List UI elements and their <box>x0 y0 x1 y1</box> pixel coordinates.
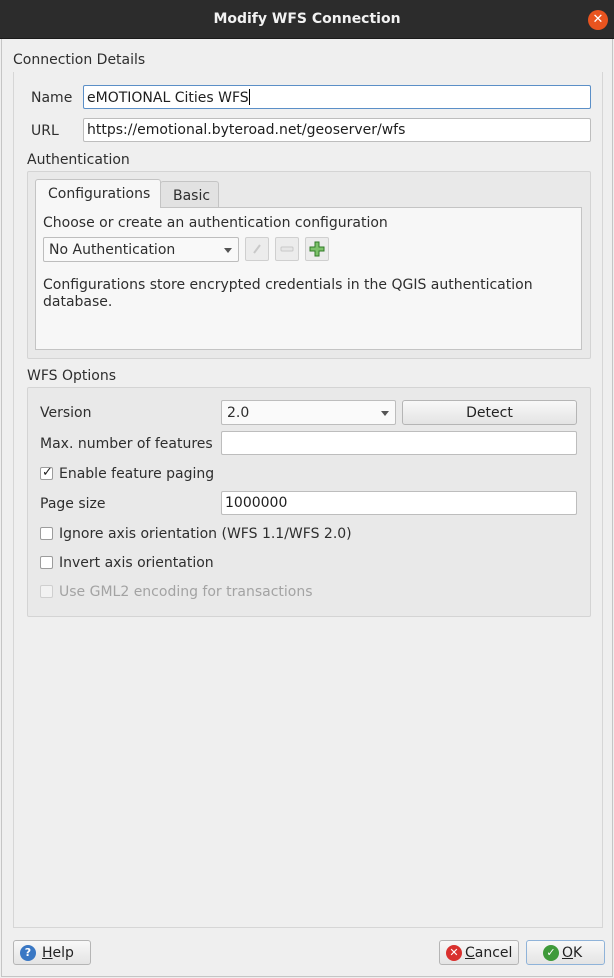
version-selected: 2.0 <box>227 405 250 421</box>
page-size-label: Page size <box>40 496 106 512</box>
cancel-icon: ✕ <box>446 945 462 961</box>
ok-button-label: OK <box>562 945 583 961</box>
pencil-icon <box>253 244 261 254</box>
gml2-checkbox <box>40 585 53 598</box>
plus-icon <box>309 241 325 257</box>
choose-config-label: Choose or create an authentication confi… <box>43 215 388 231</box>
url-input-value: https://emotional.byteroad.net/geoserver… <box>87 122 406 138</box>
add-config-button[interactable] <box>305 237 329 261</box>
chevron-down-icon <box>381 411 389 416</box>
cancel-button[interactable]: ✕ Cancel <box>439 940 519 965</box>
auth-config-select[interactable]: No Authentication <box>43 237 239 262</box>
ok-icon: ✓ <box>543 945 559 961</box>
tab-configurations[interactable]: Configurations <box>35 179 161 208</box>
ignore-axis-checkbox[interactable] <box>40 527 53 540</box>
ok-button[interactable]: ✓ OK <box>526 940 605 965</box>
wfs-options-title: WFS Options <box>27 368 117 384</box>
enable-paging-label: Enable feature paging <box>59 466 215 482</box>
title-bar: Modify WFS Connection ✕ <box>0 0 614 39</box>
authentication-title: Authentication <box>27 152 130 168</box>
url-label: URL <box>31 123 59 139</box>
max-features-input[interactable] <box>221 431 577 455</box>
connection-details-title: Connection Details <box>13 52 146 68</box>
remove-config-button[interactable] <box>275 237 299 261</box>
version-label: Version <box>40 405 92 421</box>
invert-axis-label: Invert axis orientation <box>59 555 214 571</box>
text-caret <box>248 89 250 105</box>
invert-axis-checkbox[interactable] <box>40 556 53 569</box>
help-icon: ? <box>20 945 36 961</box>
help-button[interactable]: ? Help <box>13 940 91 965</box>
name-input-value: eMOTIONAL Cities WFS <box>87 90 249 106</box>
auth-description-line-1: Configurations store encrypted credentia… <box>43 277 533 293</box>
help-button-label: Help <box>42 945 74 961</box>
auth-description-line-2: database. <box>43 294 113 310</box>
name-input[interactable]: eMOTIONAL Cities WFS <box>83 85 591 109</box>
edit-config-button[interactable] <box>245 237 269 261</box>
checkmark-icon: ✓ <box>42 465 53 480</box>
minus-icon <box>280 246 294 252</box>
max-features-label: Max. number of features <box>40 436 213 452</box>
chevron-down-icon <box>224 248 232 253</box>
gml2-label: Use GML2 encoding for transactions <box>59 584 313 600</box>
cancel-button-label: Cancel <box>465 945 513 961</box>
auth-config-selected: No Authentication <box>49 242 176 258</box>
ignore-axis-label: Ignore axis orientation (WFS 1.1/WFS 2.0… <box>59 526 352 542</box>
window-title: Modify WFS Connection <box>213 11 401 27</box>
enable-paging-checkbox[interactable]: ✓ <box>40 465 53 480</box>
close-icon[interactable]: ✕ <box>588 10 608 30</box>
tab-basic[interactable]: Basic <box>160 181 219 209</box>
url-input[interactable]: https://emotional.byteroad.net/geoserver… <box>83 118 591 142</box>
page-size-input[interactable]: 1000000 <box>221 491 577 515</box>
name-label: Name <box>31 90 73 106</box>
version-select[interactable]: 2.0 <box>221 400 396 425</box>
page-size-value: 1000000 <box>225 495 288 511</box>
detect-button[interactable]: Detect <box>402 400 577 425</box>
